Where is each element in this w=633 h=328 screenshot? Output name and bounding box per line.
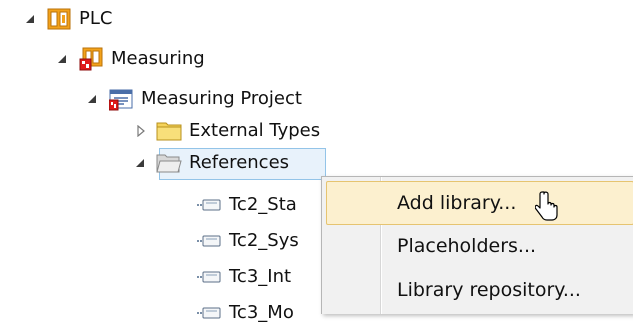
tree-node-reference[interactable]: Tc3_Mo <box>196 298 294 328</box>
expand-arrow-icon[interactable] <box>22 10 40 28</box>
tree-node-measuring[interactable]: Measuring <box>54 44 205 74</box>
tree-node-reference[interactable]: Tc2_Sta <box>196 190 297 220</box>
tree-node-label: Tc2_Sta <box>229 194 297 215</box>
tree-node-reference[interactable]: Tc2_Sys <box>196 226 299 256</box>
menu-item-library-repository[interactable]: Library repository... <box>322 269 633 311</box>
tree-node-label: References <box>189 152 290 173</box>
tree-node-label: Tc3_Mo <box>229 302 294 323</box>
project-icon <box>108 87 134 111</box>
folder-icon <box>156 119 182 143</box>
tree-node-label: Measuring <box>111 48 205 69</box>
menu-item-add-library[interactable]: Add library... <box>326 181 633 225</box>
library-reference-icon <box>196 193 222 217</box>
menu-item-label: Add library... <box>397 192 517 214</box>
library-reference-icon <box>196 229 222 253</box>
menu-item-label: Library repository... <box>397 279 581 301</box>
library-reference-icon <box>196 265 222 289</box>
menu-item-label: Placeholders... <box>397 235 537 257</box>
tree-node-label: External Types <box>189 120 321 141</box>
tree-node-plc[interactable]: PLC <box>22 4 112 34</box>
folder-open-icon <box>156 151 182 175</box>
screen: { "tree": { "plc": {"label": "PLC", "ico… <box>0 0 633 323</box>
tree-node-label: Tc3_Int <box>229 266 292 287</box>
plc-project-icon <box>78 47 104 71</box>
tree-node-label: PLC <box>79 8 113 29</box>
context-menu: Add library... Placeholders... Library r… <box>321 176 633 314</box>
tree-node-external-types[interactable]: External Types <box>132 116 320 146</box>
expand-arrow-icon[interactable] <box>132 154 150 172</box>
tree-node-label: Measuring Project <box>141 88 302 109</box>
library-reference-icon <box>196 301 222 325</box>
tree-node-label: Tc2_Sys <box>229 230 299 251</box>
tree-node-reference[interactable]: Tc3_Int <box>196 262 291 292</box>
expand-arrow-icon[interactable] <box>54 50 72 68</box>
plc-icon <box>46 7 72 31</box>
collapse-arrow-icon[interactable] <box>132 122 150 140</box>
expand-arrow-icon[interactable] <box>84 90 102 108</box>
tree-node-references[interactable]: References <box>132 148 289 178</box>
mouse-pointer-icon <box>534 190 559 229</box>
menu-item-placeholders[interactable]: Placeholders... <box>322 225 633 267</box>
tree-node-measuring-project[interactable]: Measuring Project <box>84 84 302 114</box>
